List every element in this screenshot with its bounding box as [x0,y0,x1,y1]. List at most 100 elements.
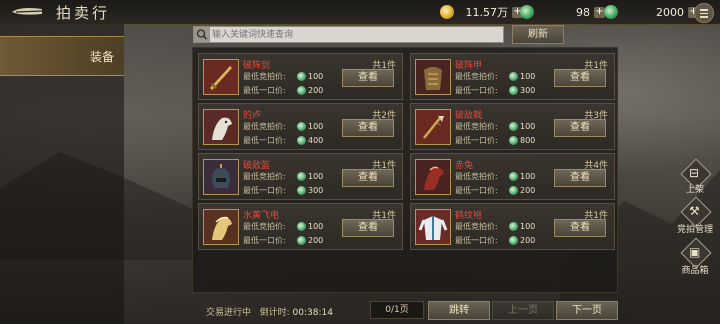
min-bid-value: 100 [520,72,536,81]
item-card[interactable]: 破敌盔 共1件 最低竞拍价: 100 最低一口价: 300 查看 [198,153,403,200]
prev-page-button[interactable]: 上一页 [492,301,554,320]
search-box [193,26,504,43]
min-bid-label: 最低竞拍价: [455,222,498,231]
min-bid-label: 最低竞拍价: [243,172,286,181]
currency-value: 98 [576,5,590,19]
refresh-button[interactable]: 刷新 [512,25,564,44]
view-button[interactable]: 查看 [342,219,394,237]
auction-manage-icon: ⚒ [689,204,700,218]
min-bid-row: 最低竞拍价: 100 [455,171,535,182]
currency-gold: 11.57万 + [440,4,523,20]
gold-coin-icon [440,5,454,19]
min-bid-label: 最低竞拍价: [455,122,498,131]
menu-icon[interactable] [694,3,714,23]
jade-icon [509,236,518,245]
trade-status: 交易进行中 倒计时: 00:38:14 [206,305,333,318]
view-button[interactable]: 查看 [342,169,394,187]
jade-icon [297,122,306,131]
sidebar-item-equipment[interactable]: 装备 [0,36,124,76]
jade-icon [509,86,518,95]
min-bid-label: 最低竞拍价: [455,72,498,81]
buyout-value: 300 [308,186,324,195]
buyout-row: 最低一口价: 200 [455,185,535,196]
view-button[interactable]: 查看 [554,219,606,237]
min-bid-row: 最低竞拍价: 100 [243,121,323,132]
item-thumbnail[interactable] [203,159,239,195]
buyout-row: 最低一口价: 200 [455,235,535,246]
buyout-row: 最低一口价: 800 [455,135,535,146]
item-card[interactable]: 水黄飞电 共1件 最低竞拍价: 100 最低一口价: 200 查看 [198,203,403,250]
top-bar: 拍卖行 11.57万 + 98 + 2000 + [0,0,720,25]
item-thumbnail[interactable] [415,209,451,245]
buyout-value: 300 [520,86,536,95]
buyout-label: 最低一口价: [455,86,498,95]
item-card[interactable]: 鹤纹袍 共1件 最低竞拍价: 100 最低一口价: 200 查看 [410,203,615,250]
view-button[interactable]: 查看 [554,69,606,87]
currency-jade-1: 98 + [520,4,605,20]
goods-box-icon: ▣ [689,245,701,259]
buyout-value: 200 [308,236,324,245]
search-input[interactable] [212,27,497,42]
jade-icon [509,222,518,231]
buyout-value: 400 [308,136,324,145]
item-name: 赤兔 [455,161,474,171]
buyout-value: 800 [520,136,536,145]
buyout-value: 200 [520,186,536,195]
page-title: 拍卖行 [56,4,111,22]
item-thumbnail[interactable] [203,59,239,95]
item-thumbnail[interactable] [415,59,451,95]
jade-icon [509,72,518,81]
item-thumbnail[interactable] [415,109,451,145]
item-card[interactable]: 破敌戟 共3件 最低竞拍价: 100 最低一口价: 800 查看 [410,103,615,150]
next-page-button[interactable]: 下一页 [556,301,618,320]
item-card[interactable]: 破阵剑 共1件 最低竞拍价: 100 最低一口价: 200 查看 [198,53,403,100]
sidebar-item-label: 装备 [89,50,114,64]
jade-icon [297,186,306,195]
view-button[interactable]: 查看 [342,119,394,137]
buyout-label: 最低一口价: [243,236,286,245]
buyout-label: 最低一口价: [455,136,498,145]
min-bid-value: 100 [308,172,324,181]
shelf-icon: ⊟ [689,166,700,180]
jade-icon [297,236,306,245]
min-bid-row: 最低竞拍价: 100 [243,171,323,182]
min-bid-row: 最低竞拍价: 100 [243,221,323,232]
item-name: 破阵甲 [455,61,483,71]
item-thumbnail[interactable] [203,209,239,245]
item-thumbnail[interactable] [415,159,451,195]
item-card[interactable]: 赤兔 共4件 最低竞拍价: 100 最低一口价: 200 查看 [410,153,615,200]
item-name: 水黄飞电 [243,211,280,221]
countdown-timer: 00:38:14 [292,308,333,318]
min-bid-row: 最低竞拍价: 100 [455,121,535,132]
view-button[interactable]: 查看 [342,69,394,87]
min-bid-label: 最低竞拍价: [243,222,286,231]
jade-icon [297,136,306,145]
buyout-label: 最低一口价: [243,86,286,95]
min-bid-value: 100 [520,122,536,131]
auction-manage-label: 竞拍管理 [676,225,713,235]
item-card[interactable]: 的卢 共2件 最低竞拍价: 100 最低一口价: 400 查看 [198,103,403,150]
item-name: 破敌盔 [243,161,271,171]
view-button[interactable]: 查看 [554,169,606,187]
buyout-row: 最低一口价: 300 [455,85,535,96]
min-bid-value: 100 [520,222,536,231]
buyout-value: 200 [520,236,536,245]
jade-icon [297,222,306,231]
min-bid-value: 100 [308,72,324,81]
search-icon [194,27,210,42]
item-thumbnail[interactable] [203,109,239,145]
jade-icon [509,122,518,131]
jade-icon [509,186,518,195]
back-arrow-icon[interactable] [10,3,44,21]
buyout-value: 200 [308,86,324,95]
jade-icon [297,172,306,181]
currency-value: 11.57万 [465,6,509,19]
view-button[interactable]: 查看 [554,119,606,137]
item-name: 破阵剑 [243,61,271,71]
buyout-row: 最低一口价: 200 [243,235,323,246]
currency-jade-2: 2000 + [604,4,699,20]
item-card[interactable]: 破阵甲 共1件 最低竞拍价: 100 最低一口价: 300 查看 [410,53,615,100]
min-bid-value: 100 [520,172,536,181]
jump-button[interactable]: 跳转 [428,301,490,320]
min-bid-label: 最低竞拍价: [243,122,286,131]
